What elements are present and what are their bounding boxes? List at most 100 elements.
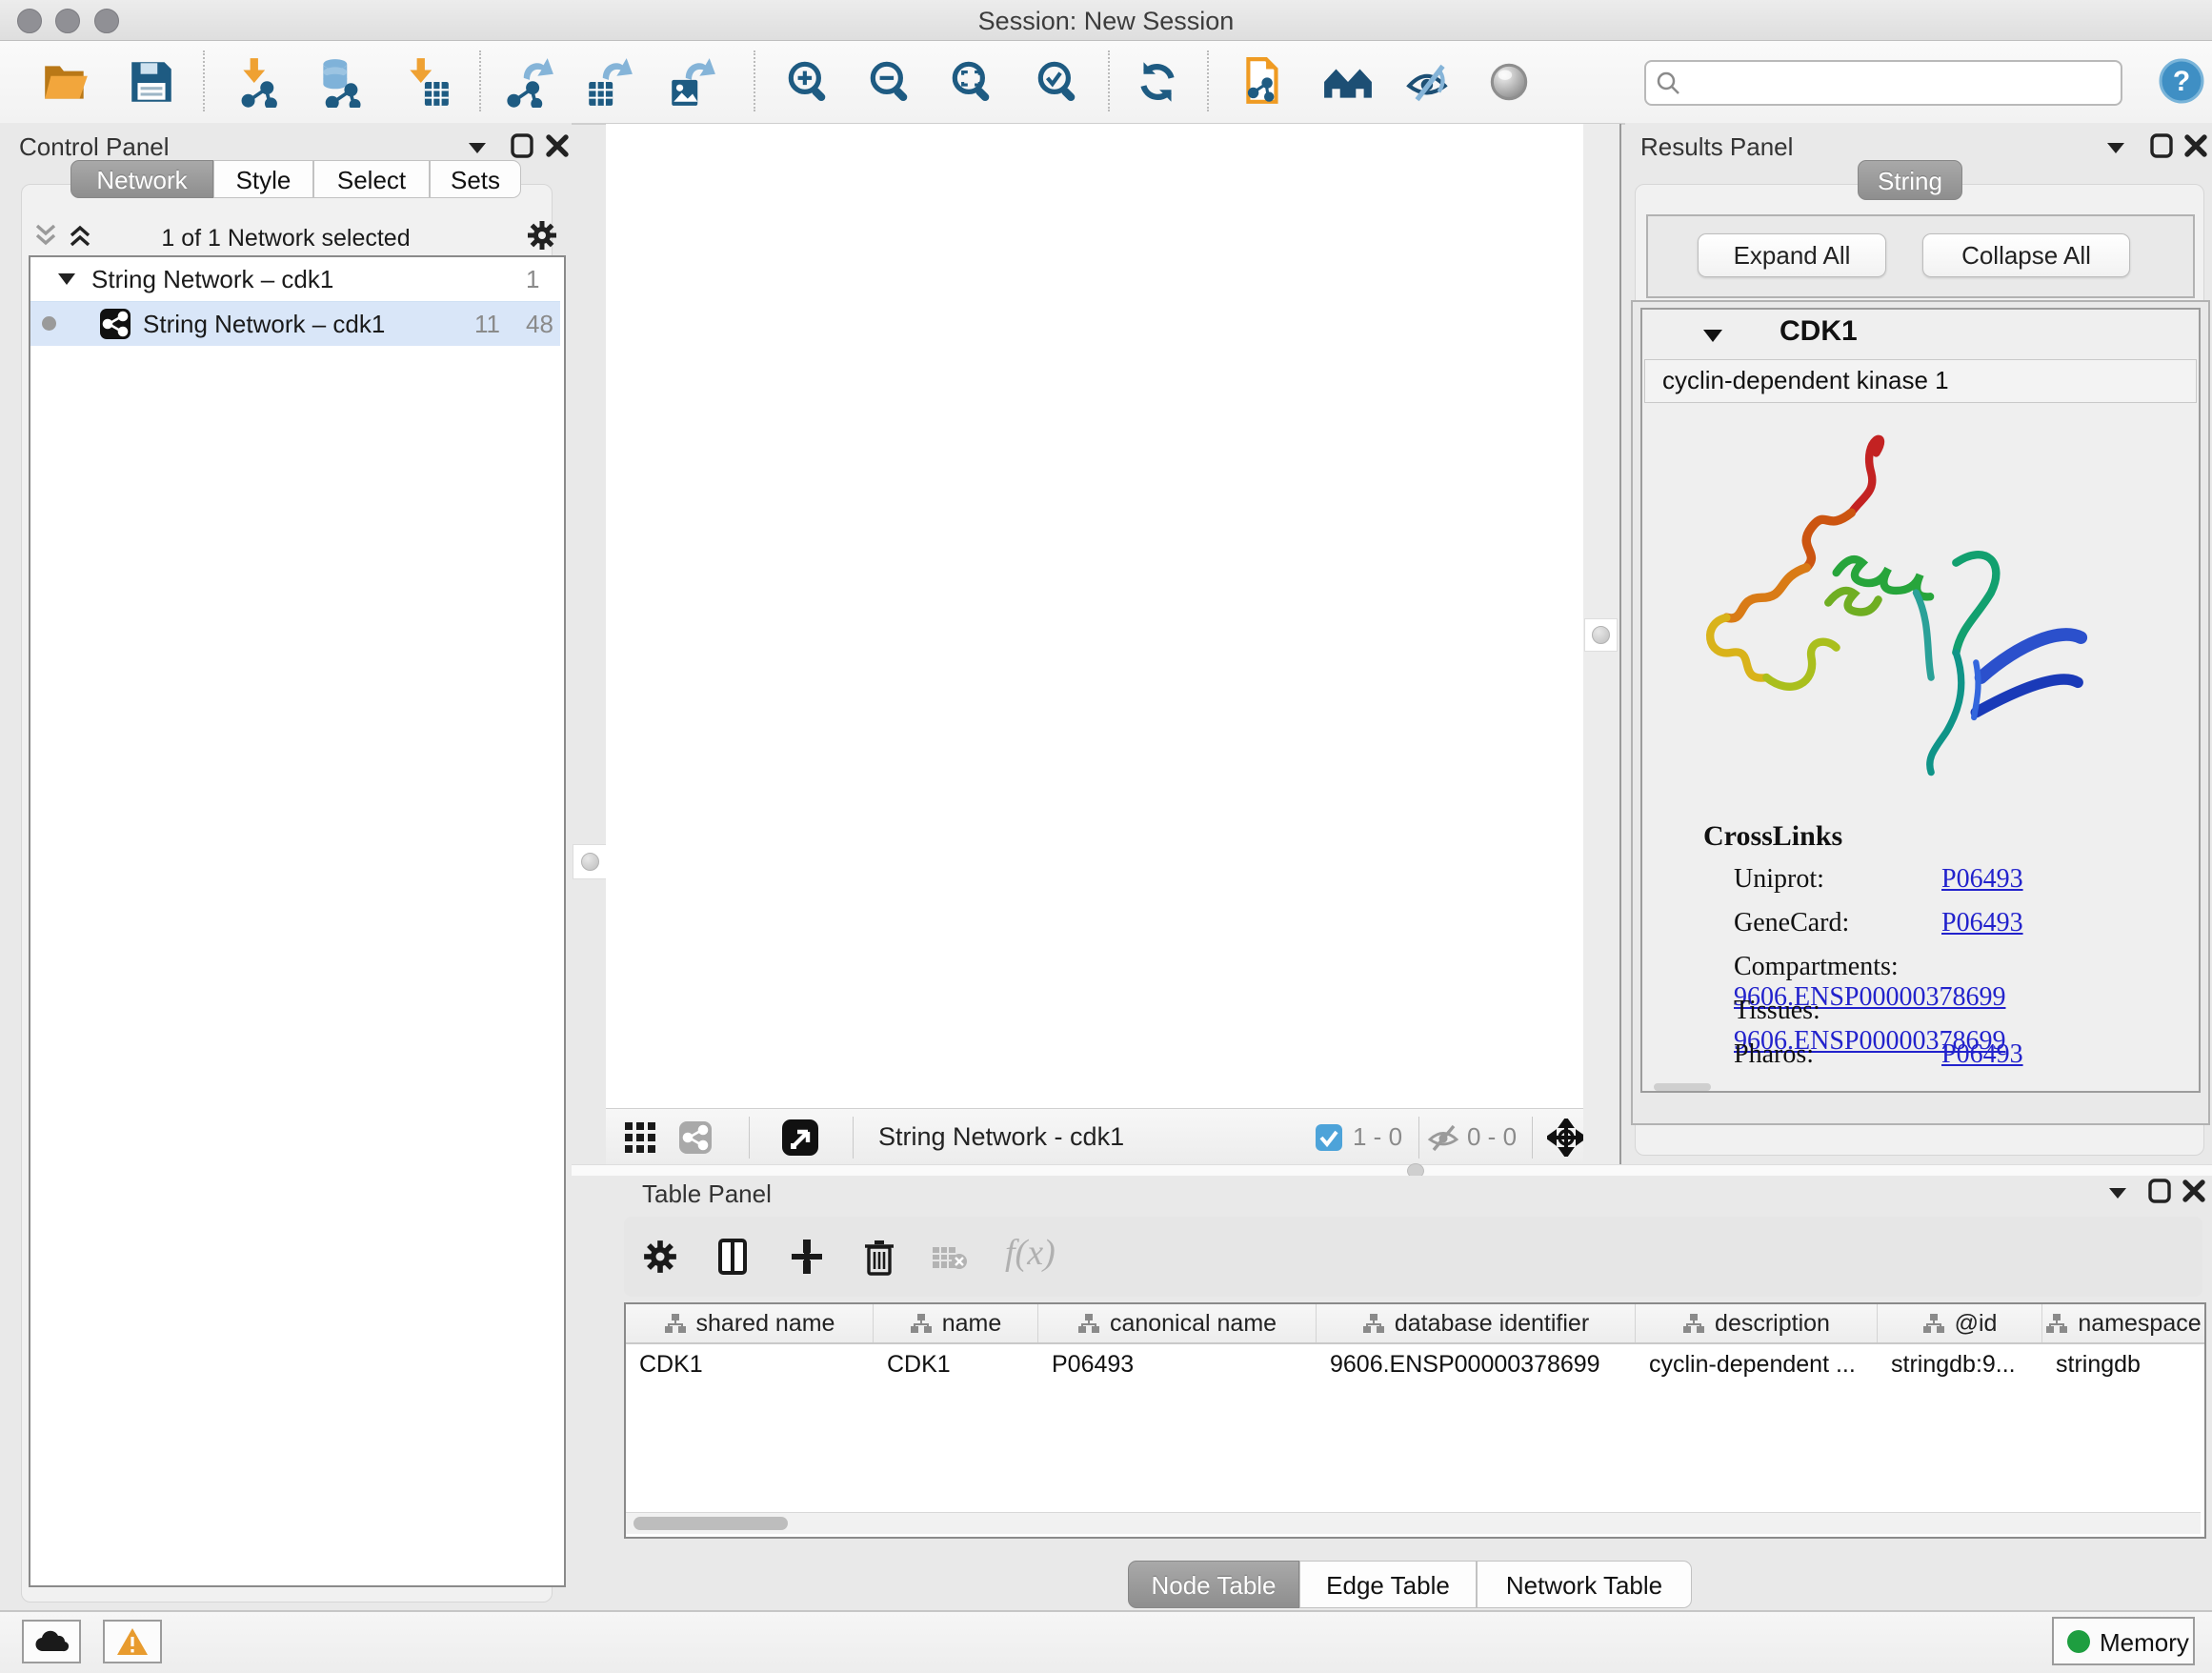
control-panel: Control Panel Network Style Select Sets … (0, 123, 572, 1610)
zoom-out-icon[interactable] (865, 56, 916, 108)
network-view-title: String Network - cdk1 (878, 1122, 1124, 1152)
string-home-icon[interactable] (1322, 56, 1374, 108)
column-header-name[interactable]: name (874, 1304, 1038, 1342)
toolbar-separator (479, 50, 481, 111)
tab-node-table[interactable]: Node Table (1128, 1561, 1299, 1608)
column-header-namespace[interactable]: namespace (2042, 1304, 2204, 1342)
crosslink-link[interactable]: P06493 (1941, 864, 2023, 894)
right-splitter-handle[interactable] (1584, 618, 1618, 652)
save-session-icon[interactable] (126, 56, 177, 108)
table-panel: Table Panel (572, 1176, 2212, 1610)
column-header-database-identifier[interactable]: database identifier (1317, 1304, 1636, 1342)
protein-structure-image (1677, 413, 2096, 813)
table-horizontal-scrollbar[interactable] (626, 1512, 2201, 1534)
create-column-icon[interactable] (788, 1238, 826, 1276)
tree-root-row[interactable]: String Network – cdk1 1 (30, 257, 560, 301)
share-file-icon[interactable] (1238, 56, 1290, 108)
entry-collapse-icon[interactable] (1701, 327, 1724, 344)
panel-float-icon[interactable] (2147, 1178, 2172, 1204)
panel-close-icon[interactable] (2182, 1178, 2206, 1204)
left-splitter-handle[interactable] (573, 844, 608, 879)
column-header-description[interactable]: description (1636, 1304, 1878, 1342)
results-entry-box: CDK1 cyclin-dependent kinase 1 C (1640, 308, 2201, 1093)
import-table-icon[interactable] (401, 56, 452, 108)
tree-expand-icon[interactable] (57, 272, 76, 287)
table-row[interactable]: CDK1 CDK1 P06493 9606.ENSP00000378699 cy… (626, 1344, 2204, 1384)
results-scrollbar-thumb[interactable] (1654, 1083, 1711, 1091)
column-type-icon (910, 1312, 933, 1335)
hide-selected-icon[interactable] (1403, 56, 1455, 108)
cell-canonical-name: P06493 (1038, 1344, 1317, 1384)
network-graph[interactable] (606, 124, 1583, 1108)
crosslink-link[interactable]: P06493 (1941, 1039, 2023, 1069)
network-selection-status: 1 of 1 Network selected (21, 225, 551, 252)
open-folder-icon[interactable] (40, 56, 91, 108)
help-icon[interactable]: ? (2159, 58, 2204, 104)
panel-menu-icon[interactable] (2107, 1185, 2128, 1200)
crosslink-link[interactable]: P06493 (1941, 908, 2023, 937)
search-field (1644, 60, 2122, 106)
toolbar-separator (754, 50, 755, 111)
zoom-in-icon[interactable] (783, 56, 835, 108)
show-all-icon[interactable] (1483, 56, 1535, 108)
expand-all-button[interactable]: Expand All (1698, 233, 1886, 277)
warning-status-button[interactable] (103, 1620, 162, 1663)
tab-sets[interactable]: Sets (430, 160, 521, 198)
hidden-count-badge: 0 - 0 (1467, 1122, 1517, 1152)
tab-style[interactable]: Style (213, 160, 313, 198)
fit-content-icon[interactable] (1547, 1119, 1585, 1157)
selected-checkbox-icon[interactable] (1315, 1123, 1343, 1152)
crosslink-row: Pharos:P06493 (1734, 1039, 2023, 1070)
column-type-icon (2045, 1312, 2068, 1335)
panel-menu-icon[interactable] (2105, 140, 2126, 155)
tab-network-table[interactable]: Network Table (1477, 1561, 1692, 1608)
panel-menu-icon[interactable] (467, 140, 488, 155)
cell-database-identifier: 9606.ENSP00000378699 (1317, 1344, 1636, 1384)
refresh-icon[interactable] (1132, 56, 1183, 108)
panel-float-icon[interactable] (2149, 132, 2174, 159)
gear-icon[interactable] (643, 1240, 677, 1274)
cloud-status-button[interactable] (22, 1620, 81, 1663)
grid-view-icon[interactable] (623, 1120, 657, 1155)
crosslink-row: Uniprot:P06493 (1734, 864, 2023, 895)
toolbar-separator (1108, 50, 1110, 111)
import-database-icon[interactable] (314, 56, 366, 108)
memory-button[interactable]: Memory (2052, 1617, 2195, 1665)
tree-network-row[interactable]: String Network – cdk1 11 48 (30, 301, 560, 346)
tab-edge-table[interactable]: Edge Table (1299, 1561, 1477, 1608)
search-input[interactable] (1688, 64, 2111, 98)
toolbar-separator (1207, 50, 1209, 111)
column-header-id[interactable]: @id (1878, 1304, 2042, 1342)
panel-close-icon[interactable] (2183, 132, 2208, 159)
crosslink-label: GeneCard: (1734, 908, 1941, 938)
scrollbar-thumb[interactable] (633, 1517, 788, 1530)
results-actions-box: Expand All Collapse All (1646, 214, 2195, 298)
network-canvas[interactable] (606, 124, 1583, 1108)
entry-gene-name: CDK1 (1780, 315, 1858, 348)
panel-close-icon[interactable] (545, 132, 570, 159)
tree-root-label: String Network – cdk1 (91, 265, 333, 294)
delete-column-icon[interactable] (860, 1238, 898, 1276)
export-table-icon[interactable] (583, 56, 634, 108)
tab-select[interactable]: Select (313, 160, 430, 198)
export-image-icon[interactable] (666, 56, 717, 108)
panel-float-icon[interactable] (510, 132, 534, 159)
zoom-fit-icon[interactable] (947, 56, 998, 108)
network-list-icon[interactable] (678, 1120, 713, 1155)
crosslinks-heading: CrossLinks (1703, 820, 1842, 853)
column-header-canonical-name[interactable]: canonical name (1038, 1304, 1317, 1342)
gear-icon[interactable] (527, 220, 557, 251)
delete-table-icon (931, 1243, 969, 1272)
window-title: Session: New Session (0, 7, 2212, 36)
birds-eye-view-icon[interactable] (781, 1119, 819, 1157)
import-network-icon[interactable] (234, 56, 286, 108)
export-network-icon[interactable] (504, 56, 555, 108)
table-panel-title: Table Panel (642, 1179, 772, 1209)
show-columns-icon[interactable] (715, 1238, 754, 1276)
tab-network[interactable]: Network (70, 160, 213, 198)
column-header-shared-name[interactable]: shared name (626, 1304, 874, 1342)
column-type-icon (1362, 1312, 1385, 1335)
collapse-all-button[interactable]: Collapse All (1922, 233, 2130, 277)
tab-string[interactable]: String (1858, 160, 1962, 200)
zoom-selected-icon[interactable] (1033, 56, 1084, 108)
